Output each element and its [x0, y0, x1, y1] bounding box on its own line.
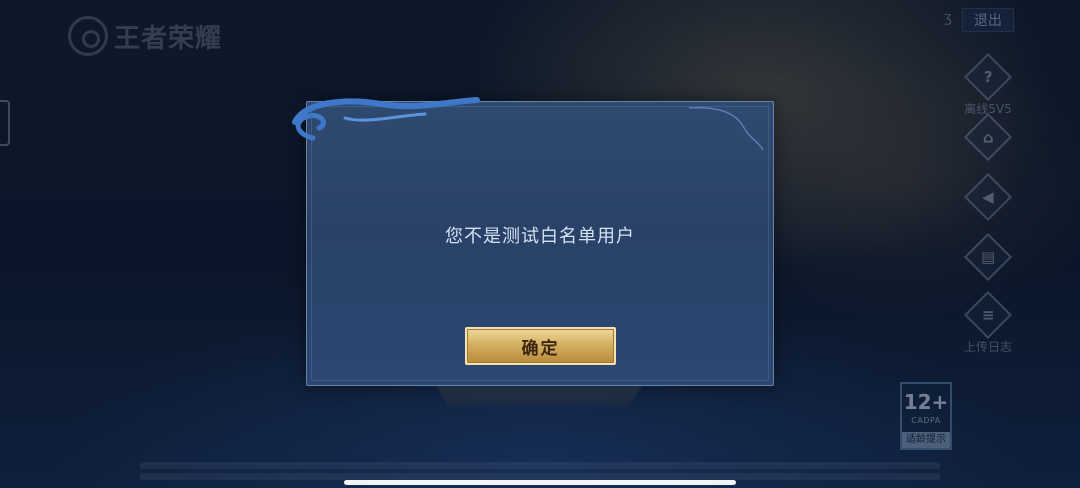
dialog-message: 您不是测试白名单用户 [445, 226, 635, 247]
cloud-swirl-ornament-right [688, 106, 764, 151]
home-indicator[interactable] [344, 480, 736, 485]
cloud-swirl-ornament [292, 97, 480, 141]
confirm-button[interactable]: 确定 [465, 327, 616, 365]
alert-dialog: 您不是测试白名单用户 确定 [292, 97, 774, 386]
